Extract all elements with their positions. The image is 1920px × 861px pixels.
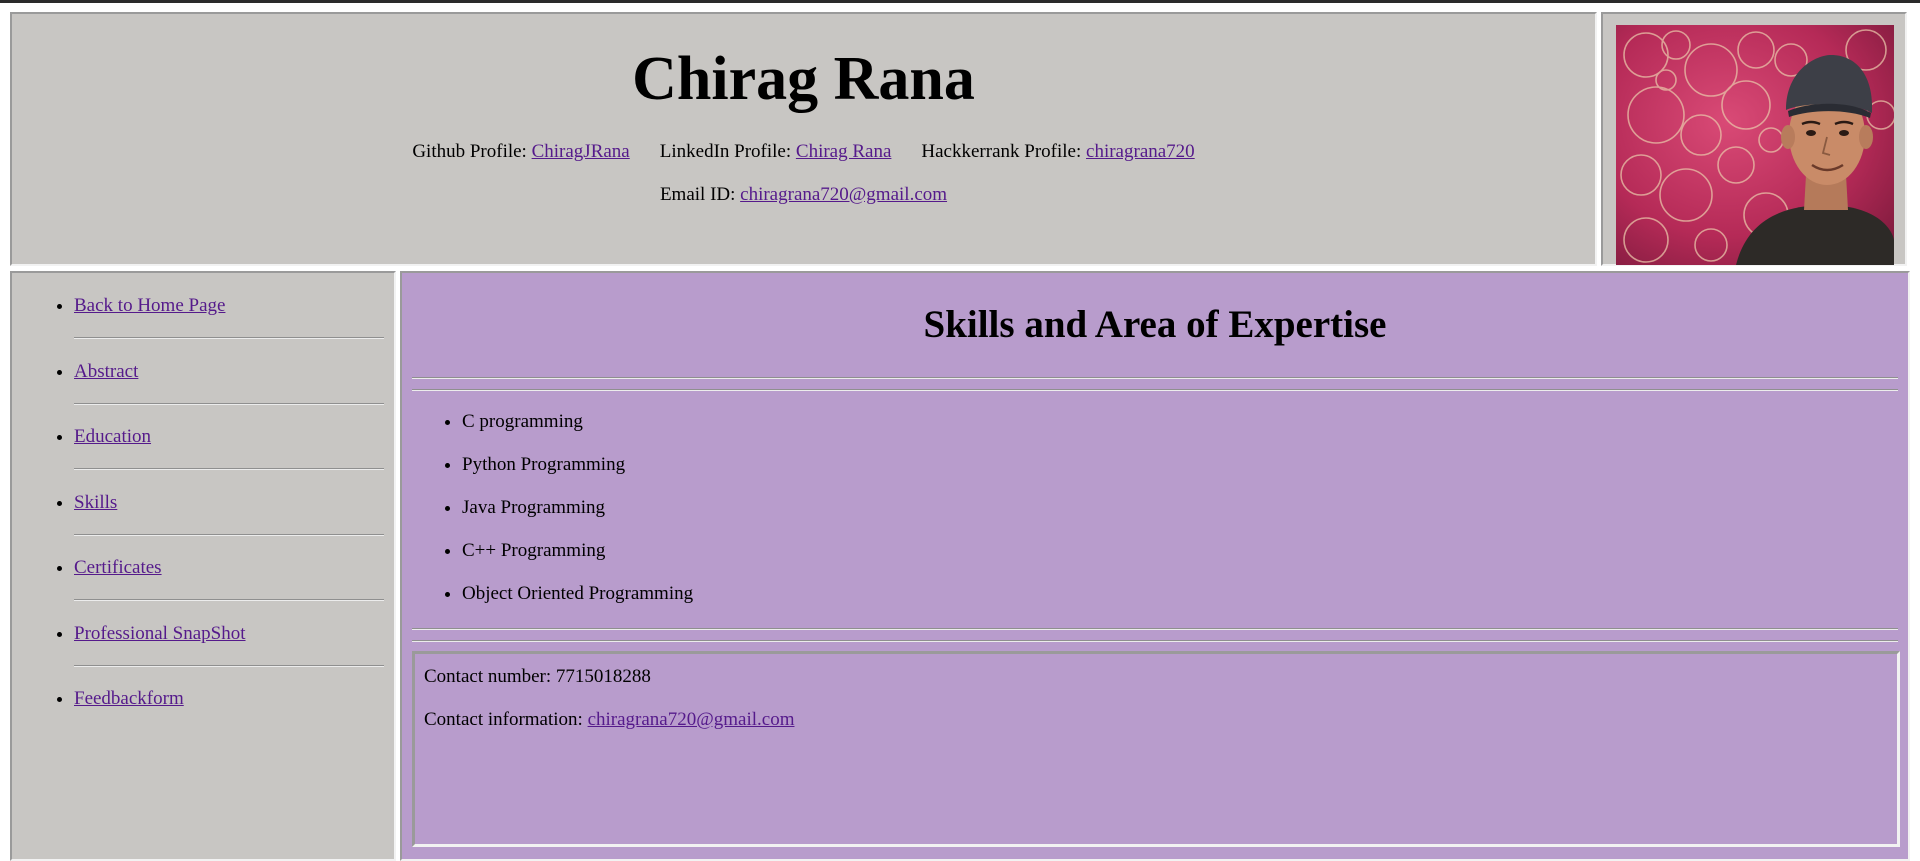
contact-number-row: Contact number: 7715018288 [424,666,651,688]
sidebar-link-education[interactable]: Education [74,426,151,448]
sidebar-item-abstract: Abstract [74,361,384,427]
list-item: C++ Programming [462,540,693,583]
contact-info-label: Contact information: [424,709,583,730]
sidebar-item-feedback: Feedbackform [74,688,384,754]
contact-number-label: Contact number: [424,666,552,687]
email-label: Email ID: [659,184,736,205]
divider [74,468,384,470]
linkedin-profile: LinkedIn Profile: Chirag Rana [660,141,892,162]
page-title: Chirag Rana [632,45,975,113]
sidebar-link-home[interactable]: Back to Home Page [74,295,225,317]
divider [74,664,384,667]
linkedin-link[interactable]: Chirag Rana [796,141,892,162]
sidebar-link-feedback[interactable]: Feedbackform [74,688,184,710]
contact-info-row: Contact information: chiragrana720@gmail… [424,709,794,731]
email-row: Email ID: chiragrana720@gmail.com [12,184,1595,206]
sidebar-item-education: Education [74,426,384,492]
hackerrank-link[interactable]: chiragrana720 [1086,141,1195,162]
sidebar-link-abstract[interactable]: Abstract [74,361,138,383]
sidebar-link-skills[interactable]: Skills [74,492,117,514]
contact-box: Contact number: 7715018288 Contact infor… [412,651,1900,847]
github-label: Github Profile: [412,141,527,162]
contact-number-value: 7715018288 [555,666,651,687]
sidebar-item-home: Back to Home Page [74,295,384,361]
github-profile: Github Profile: ChiragJRana [412,141,629,162]
list-item: Python Programming [462,454,693,497]
sidebar-nav: Back to Home Page Abstract Education Ski… [10,271,396,861]
divider [74,533,384,536]
section-title: Skills and Area of Expertise [923,303,1387,346]
header-panel: Chirag Rana Github Profile: ChiragJRana L… [10,12,1597,266]
main-content: Skills and Area of Expertise C programmi… [400,271,1910,861]
photo-panel [1601,12,1907,266]
divider [412,640,1898,642]
hackerrank-profile: Hackkerrank Profile: chiragrana720 [921,141,1194,162]
sidebar-item-skills: Skills [74,492,384,558]
sidebar-list: Back to Home Page Abstract Education Ski… [74,295,384,754]
contact-email-link[interactable]: chiragrana720@gmail.com [588,709,795,730]
linkedin-label: LinkedIn Profile: [659,141,792,162]
list-item: C programming [462,411,693,454]
divider [412,377,1898,379]
divider [74,337,384,339]
top-border [0,0,1920,3]
email-link[interactable]: chiragrana720@gmail.com [740,184,947,205]
hackerrank-label: Hackkerrank Profile: [921,141,1082,162]
profile-photo-image [1616,25,1894,265]
list-item: Object Oriented Programming [462,583,693,626]
profile-links-row: Github Profile: ChiragJRana LinkedIn Prof… [12,141,1595,163]
sidebar-link-certificates[interactable]: Certificates [74,557,162,579]
divider [412,628,1898,630]
skills-list: C programming Python Programming Java Pr… [462,411,693,626]
divider [412,389,1898,391]
sidebar-item-certificates: Certificates [74,557,384,623]
profile-photo [1616,25,1894,265]
divider [74,599,384,601]
list-item: Java Programming [462,497,693,540]
sidebar-link-snapshot[interactable]: Professional SnapShot [74,623,246,645]
sidebar-item-snapshot: Professional SnapShot [74,623,384,689]
github-link[interactable]: ChiragJRana [532,141,630,162]
divider [74,402,384,405]
